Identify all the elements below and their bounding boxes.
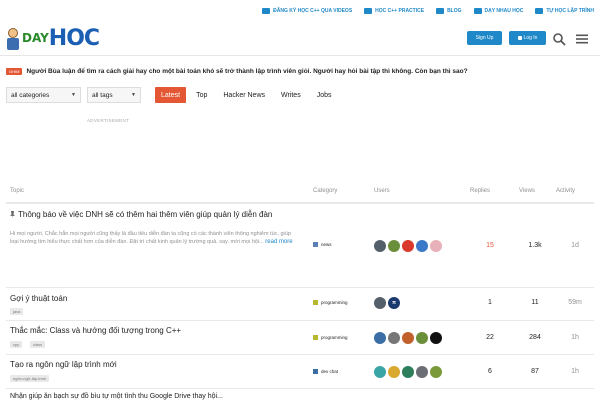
search-icon[interactable]	[552, 32, 566, 46]
topic-row: Gợi ý thuật toán java programming π 1 11…	[6, 289, 594, 321]
category-badge[interactable]: dev chat	[313, 369, 338, 374]
poster-avatars	[374, 332, 442, 344]
replies-count[interactable]: 1	[478, 299, 502, 306]
promo-bar: ĐĂNG KÝ HỌC C++ QUA VIDEOS HỌC C++ PRACT…	[0, 0, 600, 22]
topic-title-link[interactable]: Thông báo về việc DNH sẽ có thêm hai thê…	[10, 210, 310, 220]
poster-avatars: π	[374, 297, 400, 309]
col-views[interactable]: Views	[519, 188, 535, 194]
site-logo[interactable]: DAY HOC	[6, 26, 100, 51]
topic-tag[interactable]: class	[30, 341, 46, 348]
topic-list-header: Topic Category Users Replies Views Activ…	[0, 188, 600, 200]
user-avatar[interactable]	[402, 366, 414, 378]
tab-top[interactable]: Top	[190, 87, 213, 103]
activity-time[interactable]: 1d	[563, 242, 587, 249]
activity-time[interactable]: 1h	[563, 368, 587, 375]
user-avatar[interactable]	[416, 240, 428, 252]
user-avatar[interactable]	[388, 366, 400, 378]
logo-hoc-text: HOC	[48, 26, 100, 51]
advertisement-label: ADVERTISEMENT	[87, 118, 130, 123]
activity-time[interactable]: 1h	[563, 334, 587, 341]
login-button[interactable]: Log In	[509, 31, 546, 45]
topic-title-link[interactable]: Thắc mắc: Class và hướng đối tượng trong…	[10, 326, 181, 336]
mascot-icon	[6, 28, 20, 50]
hamburger-icon[interactable]	[575, 32, 589, 46]
category-color-swatch	[313, 300, 318, 305]
filter-nav: all categories ▼ all tags ▼ Latest Top Hac…	[6, 87, 342, 103]
poster-avatars	[374, 366, 442, 378]
user-avatar[interactable]	[402, 240, 414, 252]
views-count: 284	[529, 334, 541, 341]
promo-link-cpp-practice[interactable]: HỌC C++ PRACTICE	[364, 8, 424, 14]
topic-row: Tạo ra ngôn ngữ lập trình mới ngôn-ngữ-l…	[6, 356, 594, 389]
blog-icon	[436, 8, 445, 14]
user-avatar[interactable]	[416, 366, 428, 378]
video-icon	[262, 8, 271, 14]
signup-button[interactable]: Sign Up	[467, 31, 502, 45]
facebook-icon	[535, 8, 544, 14]
user-avatar[interactable]	[430, 240, 442, 252]
facebook-icon	[473, 8, 482, 14]
topic-tag[interactable]: java	[10, 308, 24, 315]
user-avatar[interactable]	[388, 240, 400, 252]
col-users: Users	[374, 188, 390, 194]
user-avatar[interactable]	[430, 332, 442, 344]
caret-down-icon: ▼	[131, 92, 136, 98]
poster-avatars	[374, 240, 442, 252]
topic-tag[interactable]: ngôn-ngữ-lập-trình	[10, 375, 50, 382]
promo-link-day-nhau-hoc[interactable]: DẠY NHAU HỌC	[473, 8, 523, 14]
col-activity[interactable]: Activity	[556, 188, 575, 194]
topic-title-link[interactable]: Gợi ý thuật toán	[10, 294, 67, 304]
promo-link-tu-hoc[interactable]: TỰ HỌC LẬP TRÌNH	[535, 8, 594, 14]
user-avatar[interactable]	[374, 332, 386, 344]
tab-writes[interactable]: Writes	[275, 87, 307, 103]
topic-title-link[interactable]: Tạo ra ngôn ngữ lập trình mới	[10, 360, 117, 370]
col-category[interactable]: Category	[313, 188, 337, 194]
category-color-swatch	[313, 242, 318, 247]
topic-row: Thắc mắc: Class và hướng đối tượng trong…	[6, 322, 594, 355]
category-badge[interactable]: news	[313, 242, 332, 247]
tags-dropdown[interactable]: all tags ▼	[87, 87, 141, 103]
tab-latest[interactable]: Latest	[155, 87, 187, 103]
tab-jobs[interactable]: Jobs	[311, 87, 338, 103]
topic-excerpt: Hi mọi người, Chắc hẳn mọi người cũng th…	[10, 231, 293, 245]
views-count: 87	[531, 368, 539, 375]
col-topic[interactable]: Topic	[10, 188, 24, 194]
topic-title-link[interactable]: Nhận giúp ăn bạch sự đồ bìu tự một tình …	[10, 393, 223, 400]
user-avatar[interactable]	[388, 332, 400, 344]
categories-dropdown[interactable]: all categories ▼	[6, 87, 81, 103]
user-avatar[interactable]	[416, 332, 428, 344]
views-count: 1.3k	[528, 242, 542, 249]
user-avatar[interactable]: π	[388, 297, 400, 309]
category-color-swatch	[313, 335, 318, 340]
lock-icon	[517, 36, 522, 40]
site-header: DAY HOC Sign Up Log In	[0, 22, 600, 56]
replies-count[interactable]: 22	[478, 334, 502, 341]
user-avatar[interactable]	[374, 297, 386, 309]
topic-tag[interactable]: cpp	[10, 341, 23, 348]
category-badge[interactable]: programming	[313, 335, 348, 340]
user-avatar[interactable]	[402, 332, 414, 344]
user-avatar[interactable]	[374, 366, 386, 378]
tab-hacker-news[interactable]: Hacker News	[217, 87, 271, 103]
category-badge[interactable]: programming	[313, 300, 348, 305]
user-avatar[interactable]	[374, 240, 386, 252]
topic-row: Thông báo về việc DNH sẽ có thêm hai thê…	[6, 204, 594, 288]
announcement-banner: Ghim Người Bùa luận để tìm ra cách giải …	[6, 68, 596, 75]
user-avatar[interactable]	[430, 366, 442, 378]
views-count: 11	[531, 299, 539, 306]
banner-text[interactable]: Người Bùa luận để tìm ra cách giải hay c…	[26, 68, 467, 75]
code-icon	[364, 8, 373, 14]
read-more-link[interactable]: read more	[265, 239, 292, 245]
replies-count[interactable]: 15	[478, 242, 502, 249]
activity-time[interactable]: 59m	[563, 299, 587, 306]
promo-link-blog[interactable]: BLOG	[436, 8, 462, 14]
pin-icon	[10, 211, 15, 218]
col-replies[interactable]: Replies	[470, 188, 490, 194]
banner-badge: Ghim	[6, 68, 23, 75]
caret-down-icon: ▼	[71, 92, 76, 98]
replies-count[interactable]: 6	[478, 368, 502, 375]
logo-day-text: DAY	[22, 31, 49, 45]
promo-link-cpp-videos[interactable]: ĐĂNG KÝ HỌC C++ QUA VIDEOS	[262, 8, 352, 14]
category-color-swatch	[313, 369, 318, 374]
